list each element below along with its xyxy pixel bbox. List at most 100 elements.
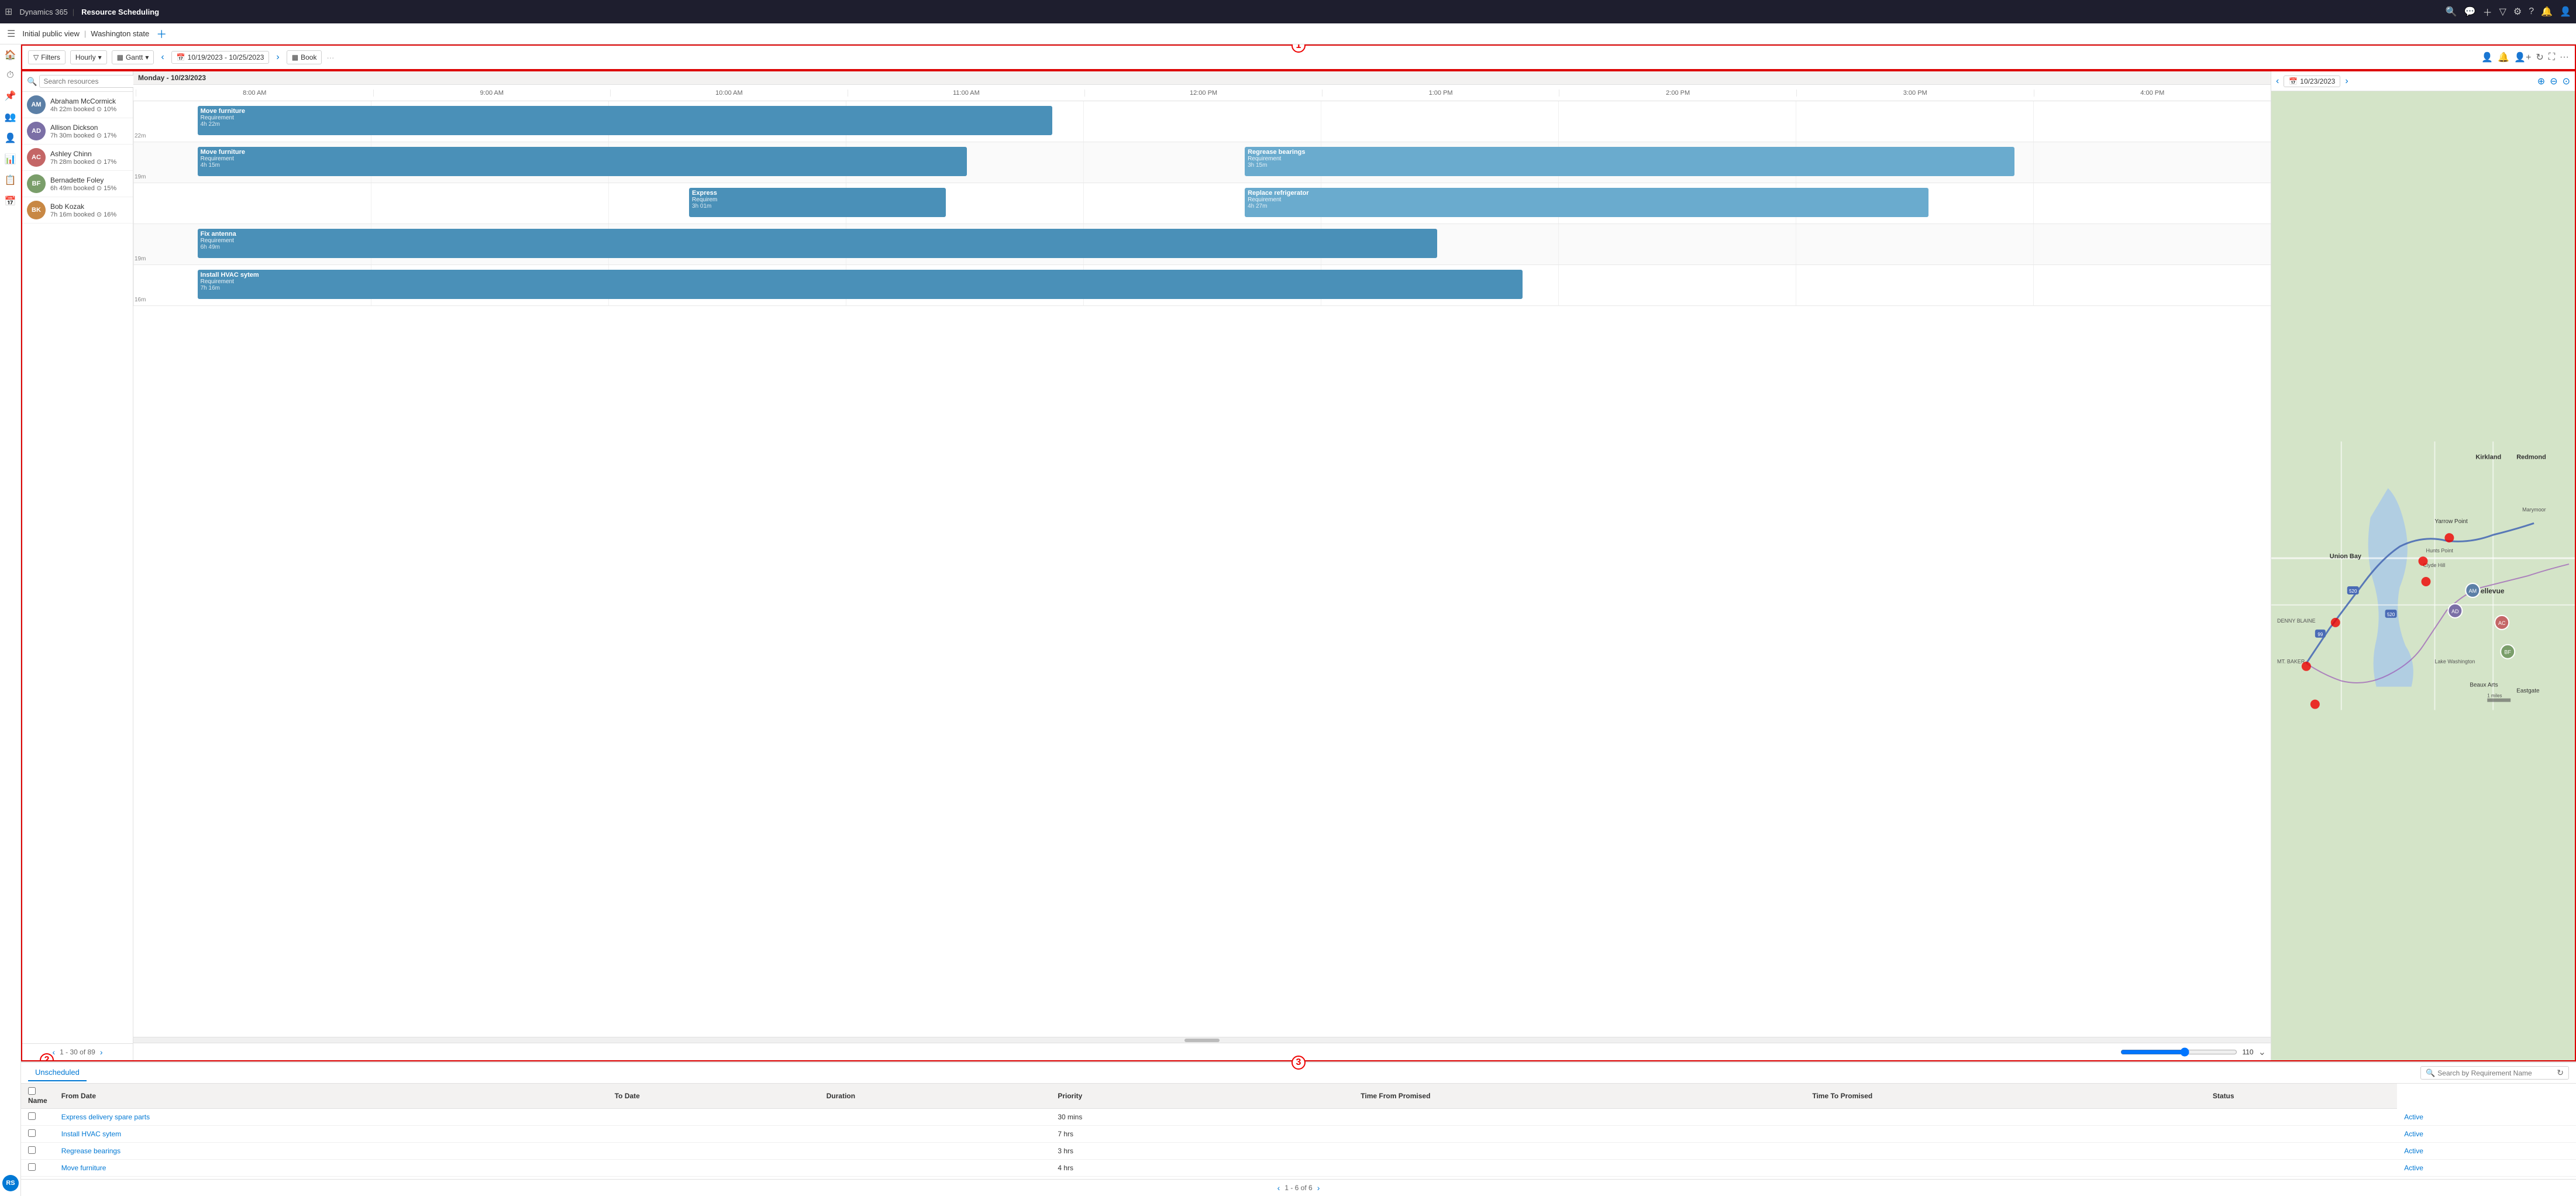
- gantt-event[interactable]: Fix antenna Requirement 6h 49m: [198, 229, 1437, 258]
- priority: [1354, 1109, 1805, 1126]
- more-icon[interactable]: ···: [2560, 52, 2569, 63]
- help-icon[interactable]: ?: [2529, 6, 2534, 17]
- resource-name: Bernadette Foley: [50, 176, 128, 184]
- resource-name: Allison Dickson: [50, 123, 128, 132]
- book-button[interactable]: ▦ Book: [287, 50, 322, 64]
- requirement-name[interactable]: Express delivery spare parts: [54, 1109, 608, 1126]
- refresh-icon[interactable]: ↻: [2536, 51, 2543, 63]
- search-icon[interactable]: 🔍: [2446, 6, 2457, 18]
- sidebar-list-icon[interactable]: 📋: [5, 174, 16, 186]
- resource-item[interactable]: AC Ashley Chinn 7h 28m booked ⊙ 17%: [22, 145, 133, 171]
- requirement-name[interactable]: Regrease bearings: [54, 1143, 608, 1160]
- map-layers-button[interactable]: ⊙: [2563, 75, 2570, 87]
- resource-next-button[interactable]: ›: [100, 1047, 103, 1057]
- bottom-prev-button[interactable]: ‹: [1277, 1183, 1280, 1192]
- requirement-name[interactable]: Install HVAC sytem: [54, 1126, 608, 1143]
- resource-search-input[interactable]: [39, 75, 138, 88]
- view-tab-washington[interactable]: Washington state: [91, 29, 149, 38]
- time-to-promised: [2206, 1160, 2397, 1177]
- table-header: NameFrom DateTo DateDurationPriorityTime…: [21, 1084, 2576, 1109]
- expand-panel-button[interactable]: ⌄: [2258, 1046, 2266, 1058]
- sidebar-chart-icon[interactable]: 📊: [5, 153, 16, 165]
- table-row: Move furniture 4 hrs Active: [21, 1160, 2576, 1177]
- time-from-promised: [1805, 1109, 2206, 1126]
- zoom-in-button[interactable]: ⊕: [2537, 75, 2545, 87]
- gantt-event[interactable]: Regrease bearings Requirement 3h 15m: [1245, 147, 2014, 176]
- row-checkbox-cell[interactable]: [21, 1160, 54, 1177]
- row-checkbox[interactable]: [28, 1163, 36, 1171]
- gantt-event[interactable]: Move furniture Requirement 4h 22m: [198, 106, 1053, 135]
- duration: 7 hrs: [1051, 1126, 1354, 1143]
- time-from-promised: [1805, 1126, 2206, 1143]
- add-icon[interactable]: ＋: [2483, 5, 2492, 19]
- event-title: Replace refrigerator: [1248, 190, 1926, 197]
- gantt-event[interactable]: Install HVAC sytem Requirement 7h 16m: [198, 270, 1523, 299]
- sidebar-person-icon[interactable]: 👤: [5, 132, 16, 144]
- gantt-row: 19m Move furniture Requirement 4h 15m Re…: [133, 142, 2271, 183]
- gantt-event[interactable]: Express Requirem 3h 01m: [689, 188, 945, 217]
- add-view-button[interactable]: ＋: [156, 26, 167, 42]
- gantt-button[interactable]: ▦ Gantt ▾: [112, 50, 154, 64]
- sidebar-people-icon[interactable]: 👥: [5, 111, 16, 123]
- bell-icon[interactable]: 🔔: [2498, 51, 2509, 63]
- resource-prev-button[interactable]: ‹: [52, 1047, 55, 1057]
- row-checkbox-cell[interactable]: [21, 1143, 54, 1160]
- resource-icon[interactable]: 👤: [2481, 51, 2493, 63]
- map-next-button[interactable]: ›: [2345, 76, 2348, 87]
- resource-item[interactable]: AM Abraham McCormick 4h 22m booked ⊙ 10%: [22, 92, 133, 118]
- settings-icon[interactable]: ⚙: [2513, 6, 2522, 18]
- gantt-scroll-bar[interactable]: [133, 1037, 2271, 1043]
- row-checkbox[interactable]: [28, 1112, 36, 1120]
- resource-item[interactable]: BF Bernadette Foley 6h 49m booked ⊙ 15%: [22, 171, 133, 197]
- expand-icon[interactable]: ⛶: [2549, 52, 2555, 63]
- hourly-button[interactable]: Hourly ▾: [70, 50, 107, 64]
- map-content[interactable]: Kirkland Redmond Marymoor Union Bay Yarr…: [2271, 91, 2575, 1060]
- select-all-checkbox[interactable]: [28, 1087, 36, 1095]
- app-grid-icon[interactable]: ⊞: [5, 6, 12, 18]
- filters-button[interactable]: ▽ Filters: [28, 50, 66, 64]
- resource-item[interactable]: AD Allison Dickson 7h 30m booked ⊙ 17%: [22, 118, 133, 145]
- next-week-button[interactable]: ›: [274, 51, 281, 64]
- bottom-next-button[interactable]: ›: [1317, 1183, 1320, 1192]
- priority: [1354, 1126, 1805, 1143]
- chat-icon[interactable]: 💬: [2464, 6, 2476, 18]
- resource-avatar: AC: [27, 148, 46, 167]
- sidebar-clock-icon[interactable]: ⏱: [6, 70, 13, 81]
- sidebar-pin-icon[interactable]: 📌: [5, 90, 16, 102]
- unscheduled-tab[interactable]: Unscheduled: [28, 1064, 87, 1081]
- time-slot: 4:00 PM: [2034, 90, 2271, 97]
- hamburger-icon[interactable]: ☰: [7, 28, 15, 40]
- view-tab-initial[interactable]: Initial public view: [22, 29, 80, 38]
- map-prev-button[interactable]: ‹: [2276, 76, 2279, 87]
- requirement-search-input[interactable]: [2437, 1069, 2554, 1077]
- row-checkbox-cell[interactable]: [21, 1109, 54, 1126]
- time-to-promised: [2206, 1126, 2397, 1143]
- person-add-icon[interactable]: 👤+: [2514, 51, 2531, 63]
- date-range-display[interactable]: 📅 10/19/2023 - 10/25/2023: [171, 51, 270, 64]
- table-column-header: Status: [2206, 1084, 2397, 1109]
- map-svg: Kirkland Redmond Marymoor Union Bay Yarr…: [2271, 91, 2575, 1060]
- table-column-header: Time To Promised: [1805, 1084, 2206, 1109]
- refresh-icon[interactable]: ↻: [2557, 1068, 2564, 1078]
- user-avatar[interactable]: RS: [2, 1175, 19, 1191]
- zoom-out-button[interactable]: ⊖: [2550, 75, 2557, 87]
- requirement-name[interactable]: Move furniture: [54, 1160, 608, 1177]
- sidebar-calendar-icon[interactable]: 📅: [5, 195, 16, 207]
- resource-panel: 🔍 ⇅ AM Abraham McCormick 4h 22m booked ⊙…: [22, 71, 133, 1060]
- duration: 3 hrs: [1051, 1143, 1354, 1160]
- row-checkbox[interactable]: [28, 1129, 36, 1137]
- resource-item[interactable]: BK Bob Kozak 7h 16m booked ⊙ 16%: [22, 197, 133, 224]
- table-column-header: Name: [21, 1084, 54, 1109]
- sidebar-home-icon[interactable]: 🏠: [5, 49, 16, 61]
- gantt-event[interactable]: Replace refrigerator Requirement 4h 27m: [1245, 188, 1928, 217]
- prev-week-button[interactable]: ‹: [159, 51, 166, 64]
- svg-text:Lake Washington: Lake Washington: [2434, 659, 2475, 665]
- zoom-slider[interactable]: [2120, 1047, 2237, 1057]
- gantt-event[interactable]: Move furniture Requirement 4h 15m: [198, 147, 967, 176]
- row-checkbox-cell[interactable]: [21, 1126, 54, 1143]
- user-icon[interactable]: 👤: [2560, 6, 2571, 18]
- row-checkbox[interactable]: [28, 1146, 36, 1154]
- notifications-icon[interactable]: 🔔: [2541, 6, 2553, 18]
- chevron-down-icon: ▾: [98, 53, 102, 61]
- filter-icon[interactable]: ▽: [2499, 6, 2506, 18]
